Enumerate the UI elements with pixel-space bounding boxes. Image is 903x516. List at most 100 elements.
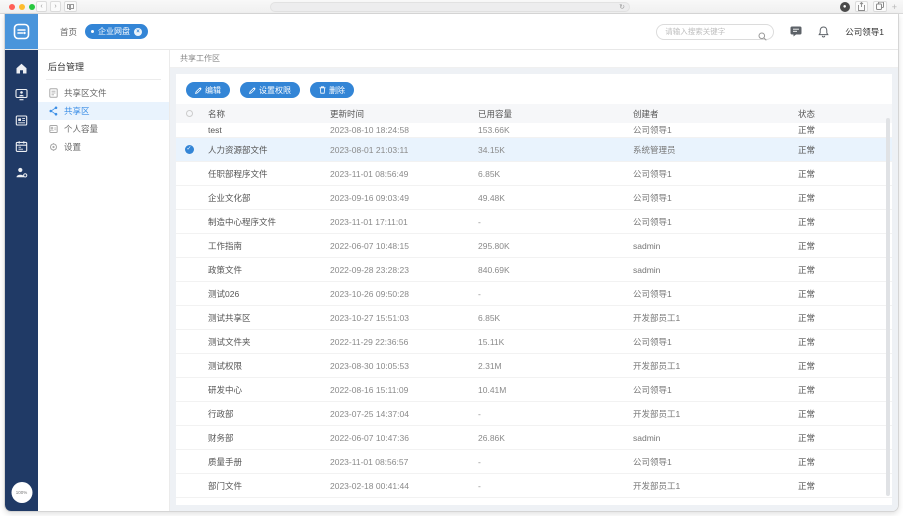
share-icon — [49, 106, 58, 116]
row-status: 正常 — [792, 288, 892, 300]
row-name[interactable]: test — [202, 125, 324, 135]
row-used-capacity: 15.11K — [472, 337, 627, 347]
row-name[interactable]: 测试文件夹 — [202, 336, 324, 348]
table-row[interactable]: ✓ 政策文件 2022-09-28 23:28:23 840.69K sadmi… — [176, 258, 892, 282]
current-user[interactable]: 公司领导1 — [845, 26, 884, 38]
calendar-icon[interactable] — [15, 140, 28, 153]
row-select[interactable]: ✓ — [176, 145, 202, 154]
table-row[interactable]: ✓ 行政部 2023-07-25 14:37:04 - 开发部员工1 正常 — [176, 402, 892, 426]
row-name[interactable]: 质量手册 — [202, 456, 324, 468]
column-header-capacity[interactable]: 已用容量 — [472, 108, 627, 120]
row-used-capacity: 840.69K — [472, 265, 627, 275]
row-status: 正常 — [792, 168, 892, 180]
select-all-radio[interactable] — [176, 110, 202, 117]
tag-close-icon[interactable]: × — [134, 28, 142, 36]
search-input[interactable] — [657, 25, 773, 39]
table-row[interactable]: ✓ 部门文件 2023-02-18 00:41:44 - 开发部员工1 正常 — [176, 474, 892, 498]
reload-icon[interactable]: ↻ — [619, 3, 625, 12]
app-body: 100% 后台管理 共享区文件 共享区 — [5, 50, 898, 511]
menu-item-shared-files[interactable]: 共享区文件 — [38, 84, 169, 102]
row-name[interactable]: 工作指南 — [202, 240, 324, 252]
row-name[interactable]: 人力资源部文件 — [202, 144, 324, 156]
meeting-icon[interactable] — [15, 88, 28, 101]
tab-overview-icon[interactable] — [873, 1, 887, 12]
message-icon[interactable] — [790, 26, 802, 37]
minimize-window-icon[interactable] — [19, 4, 25, 10]
menu-item-settings[interactable]: 设置 — [38, 138, 169, 156]
toolbar: 编辑 设置权限 删除 — [176, 74, 892, 104]
row-name[interactable]: 行政部 — [202, 408, 324, 420]
check-icon: ✓ — [185, 145, 194, 154]
window-controls[interactable] — [9, 4, 35, 10]
row-name[interactable]: 任职部程序文件 — [202, 168, 324, 180]
table-row[interactable]: ✓ 工作指南 2022-06-07 10:48:15 295.80K sadmi… — [176, 234, 892, 258]
table-row[interactable]: ✓ 任职部程序文件 2023-11-01 08:56:49 6.85K 公司领导… — [176, 162, 892, 186]
menu-item-shared-area[interactable]: 共享区 — [38, 102, 169, 120]
table-row[interactable]: ✓ 制造中心程序文件 2023-11-01 17:11:01 - 公司领导1 正… — [176, 210, 892, 234]
share-page-icon[interactable] — [855, 1, 868, 12]
table-row[interactable]: ✓ 测试文件夹 2022-11-29 22:36:56 15.11K 公司领导1… — [176, 330, 892, 354]
extension-icon[interactable]: ● — [840, 2, 850, 12]
table-row[interactable]: ✓ 人力资源部文件 2023-08-01 21:03:11 34.15K 系统管… — [176, 138, 892, 162]
delete-button[interactable]: 删除 — [310, 82, 354, 98]
row-creator: 公司领导1 — [627, 384, 792, 396]
back-button[interactable]: ‹ — [36, 1, 47, 12]
row-name[interactable]: 制造中心程序文件 — [202, 216, 324, 228]
edit-button[interactable]: 编辑 — [186, 82, 230, 98]
search-icon[interactable] — [758, 28, 767, 46]
set-permissions-button[interactable]: 设置权限 — [240, 82, 300, 98]
column-header-status[interactable]: 状态 — [792, 108, 892, 120]
table-row[interactable]: ✓ 测试共享区 2023-10-27 15:51:03 6.85K 开发部员工1… — [176, 306, 892, 330]
permission-edit-icon — [249, 87, 256, 94]
user-admin-icon[interactable] — [15, 166, 28, 179]
row-updated-time: 2023-10-26 09:50:28 — [324, 289, 472, 299]
table-row[interactable]: ✓ 测试权限 2023-08-30 10:05:53 2.31M 开发部员工1 … — [176, 354, 892, 378]
row-updated-time: 2022-08-16 15:11:09 — [324, 385, 472, 395]
row-name[interactable]: 研发中心 — [202, 384, 324, 396]
table-row[interactable]: ✓ 企业文化部 2023-09-16 09:03:49 49.48K 公司领导1… — [176, 186, 892, 210]
row-updated-time: 2022-09-28 23:28:23 — [324, 265, 472, 275]
new-tab-icon[interactable]: + — [892, 2, 897, 12]
forward-button[interactable]: › — [50, 1, 61, 12]
bell-icon[interactable] — [818, 26, 829, 38]
row-status: 正常 — [792, 432, 892, 444]
maximize-window-icon[interactable] — [29, 4, 35, 10]
table-row[interactable]: ✓ 测试026 2023-10-26 09:50:28 - 公司领导1 正常 — [176, 282, 892, 306]
column-header-name[interactable]: 名称 — [202, 108, 324, 120]
row-creator: 公司领导1 — [627, 288, 792, 300]
row-name[interactable]: 政策文件 — [202, 264, 324, 276]
table-row[interactable]: ✓ test 2023-08-10 18:24:58 153.66K 公司领导1… — [176, 123, 892, 138]
row-creator: sadmin — [627, 265, 792, 275]
row-updated-time: 2023-08-10 18:24:58 — [324, 125, 472, 135]
row-status: 正常 — [792, 264, 892, 276]
menu-item-personal-capacity[interactable]: 个人容量 — [38, 120, 169, 138]
row-name[interactable]: 财务部 — [202, 432, 324, 444]
column-header-updated[interactable]: 更新时间 — [324, 108, 472, 120]
column-header-creator[interactable]: 创建者 — [627, 108, 792, 120]
row-updated-time: 2023-11-01 08:56:57 — [324, 457, 472, 467]
row-name[interactable]: 测试权限 — [202, 360, 324, 372]
browser-toolbar-right: ● + — [840, 1, 897, 12]
storage-usage-badge[interactable]: 100% — [11, 482, 32, 503]
workspace-tag[interactable]: 企业网盘 × — [85, 24, 148, 39]
row-name[interactable]: 测试026 — [202, 288, 324, 300]
row-name[interactable]: 测试共享区 — [202, 312, 324, 324]
table-row[interactable]: ✓ 研发中心 2022-08-16 15:11:09 10.41M 公司领导1 … — [176, 378, 892, 402]
sidebar-toggle-icon[interactable] — [64, 1, 77, 12]
row-used-capacity: - — [472, 481, 627, 491]
app-logo[interactable] — [5, 14, 38, 49]
address-bar[interactable]: ↻ — [270, 2, 630, 12]
storage-icon — [49, 124, 58, 134]
row-name[interactable]: 部门文件 — [202, 480, 324, 492]
row-name[interactable]: 企业文化部 — [202, 192, 324, 204]
row-used-capacity: 10.41M — [472, 385, 627, 395]
table-row[interactable]: ✓ 财务部 2022-06-07 10:47:36 26.86K sadmin … — [176, 426, 892, 450]
table-row[interactable]: ✓ 质量手册 2023-11-01 08:56:57 - 公司领导1 正常 — [176, 450, 892, 474]
search-box[interactable] — [656, 24, 774, 40]
admin-menu: 后台管理 共享区文件 共享区 — [38, 50, 170, 511]
news-icon[interactable] — [15, 114, 28, 127]
home-icon[interactable] — [15, 62, 28, 75]
scrollbar[interactable] — [886, 118, 890, 496]
breadcrumb-home[interactable]: 首页 — [60, 26, 77, 38]
close-window-icon[interactable] — [9, 4, 15, 10]
